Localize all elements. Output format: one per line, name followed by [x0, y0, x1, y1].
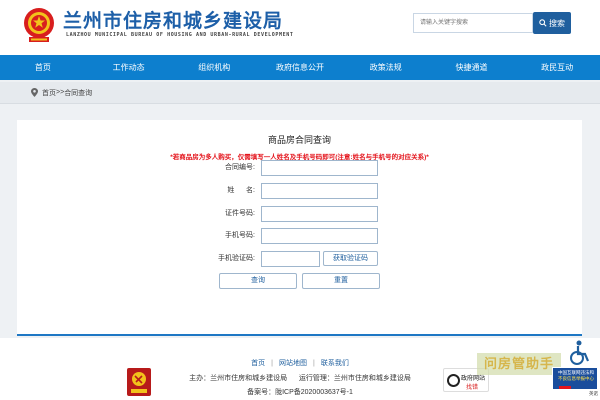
national-emblem-icon [24, 8, 54, 42]
report-center-badge[interactable]: 中国互联网违法和 不良信息举报中心 [552, 367, 598, 390]
contract-no-label: 合同编号: [225, 164, 255, 171]
main-nav: 首页 工作动态 组织机构 政府信息公开 政策法规 快捷通道 政民互动 [0, 55, 600, 80]
nav-item-organization[interactable]: 组织机构 [171, 55, 257, 80]
footer-icp: 备案号：陇ICP备2020003637号-1 [247, 389, 353, 396]
report-badge-caption: 英诺 [589, 391, 598, 396]
name-label: 姓 名: [227, 187, 255, 194]
field-row-id-no: 证件号码: [17, 206, 582, 222]
id-no-input[interactable] [261, 206, 378, 222]
contract-query-panel: 商品房合同查询 *若商品房为多人购买，仅需填写一人姓名及手机号码即可(注意:姓名… [17, 120, 582, 336]
get-code-button[interactable]: 获取验证码 [323, 251, 378, 266]
contract-no-input[interactable] [261, 160, 378, 176]
search-icon [539, 19, 547, 27]
breadcrumb-home-link[interactable]: 首页 [42, 88, 56, 98]
breadcrumb-arrow: >> [56, 89, 65, 96]
nav-item-quick-access[interactable]: 快捷通道 [429, 55, 515, 80]
watermark: 问房管助手 [477, 353, 561, 375]
report-badge-bar [559, 386, 571, 389]
query-button[interactable]: 查询 [219, 273, 297, 289]
footer-link-contact[interactable]: 联系我们 [321, 360, 349, 367]
nav-item-gov-info[interactable]: 政府信息公开 [257, 55, 343, 80]
field-row-sms-code: 手机验证码: 获取验证码 [17, 251, 582, 267]
sms-code-input[interactable] [261, 251, 320, 267]
page-title: 商品房合同查询 [267, 135, 331, 145]
field-row-phone: 手机号码: [17, 228, 582, 244]
sms-code-label: 手机验证码: [218, 255, 255, 262]
phone-input[interactable] [261, 228, 378, 244]
wheelchair-icon[interactable] [565, 340, 593, 366]
breadcrumb-current: 合同查询 [64, 89, 93, 97]
nav-item-policy[interactable]: 政策法规 [343, 55, 429, 80]
footer-link-home[interactable]: 首页 [251, 360, 265, 367]
gov-site-icon [447, 374, 460, 387]
nav-item-work-news[interactable]: 工作动态 [86, 55, 172, 80]
search-button[interactable]: 搜索 [533, 12, 571, 34]
reset-button[interactable]: 重置 [302, 273, 380, 289]
site-title-en: LANZHOU MUNICIPAL BUREAU OF HOUSING AND … [66, 32, 294, 38]
report-badge-line2: 不良信息举报中心 [558, 376, 594, 381]
site-header: 兰州市住房和城乡建设局 LANZHOU MUNICIPAL BUREAU OF … [0, 0, 600, 55]
site-title: 兰州市住房和城乡建设局 [63, 10, 284, 32]
field-row-contract-no: 合同编号: [17, 160, 582, 176]
location-pin-icon [31, 88, 38, 97]
footer-link-sitemap[interactable]: 网站地图 [279, 360, 307, 367]
name-input[interactable] [261, 183, 378, 199]
field-row-name: 姓 名: [17, 183, 582, 199]
gov-badge-subtitle: 找错 [466, 385, 479, 391]
id-no-label: 证件号码: [225, 210, 255, 217]
phone-label: 手机号码: [225, 232, 255, 239]
breadcrumb: 首页 >> 合同查询 [0, 82, 600, 104]
search-input[interactable] [413, 13, 533, 33]
nav-item-interaction[interactable]: 政民互动 [514, 55, 600, 80]
nav-item-home[interactable]: 首页 [0, 55, 86, 80]
search-button-label: 搜索 [549, 18, 565, 28]
party-emblem-icon[interactable] [127, 368, 151, 396]
